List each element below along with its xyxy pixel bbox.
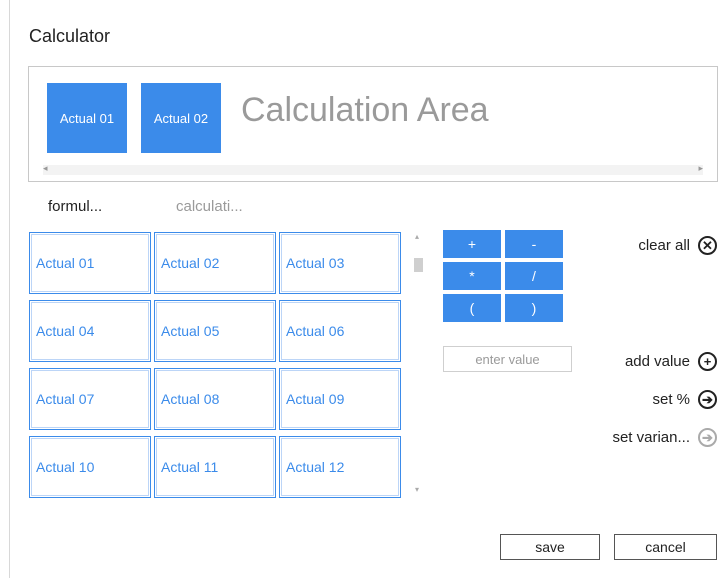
calculation-area[interactable]: Actual 01 Actual 02 Calculation Area ◂ ▸: [28, 66, 718, 182]
grid-item[interactable]: Actual 06: [279, 300, 401, 362]
calculation-area-placeholder: Calculation Area: [241, 91, 489, 129]
scroll-thumb[interactable]: [414, 258, 423, 272]
operator-open-paren-button[interactable]: (: [443, 294, 501, 322]
grid-item[interactable]: Actual 10: [29, 436, 151, 498]
clear-all-button[interactable]: clear all ✕: [638, 236, 717, 255]
grid-item[interactable]: Actual 05: [154, 300, 276, 362]
grid-item[interactable]: Actual 12: [279, 436, 401, 498]
grid-item[interactable]: Actual 08: [154, 368, 276, 430]
add-value-button[interactable]: add value +: [625, 352, 717, 371]
operator-plus-button[interactable]: +: [443, 230, 501, 258]
grid-item[interactable]: Actual 01: [29, 232, 151, 294]
enter-value-input[interactable]: [443, 346, 572, 372]
clear-all-label: clear all: [638, 237, 690, 254]
arrow-right-circle-icon[interactable]: ➔: [698, 390, 717, 409]
cancel-button[interactable]: cancel: [614, 534, 717, 560]
calculation-token[interactable]: Actual 01: [47, 83, 127, 153]
calculation-token[interactable]: Actual 02: [141, 83, 221, 153]
set-variance-label: set varian...: [612, 429, 690, 446]
tab-formula[interactable]: formul...: [48, 198, 102, 215]
tab-calculations[interactable]: calculati...: [176, 198, 243, 215]
grid-item[interactable]: Actual 07: [29, 368, 151, 430]
scroll-right-icon[interactable]: ▸: [698, 163, 703, 174]
operator-divide-button[interactable]: /: [505, 262, 563, 290]
horizontal-scrollbar[interactable]: ◂ ▸: [43, 163, 703, 175]
scroll-left-icon[interactable]: ◂: [43, 163, 48, 174]
grid-item[interactable]: Actual 03: [279, 232, 401, 294]
left-divider: [9, 0, 10, 578]
scroll-down-icon[interactable]: ▾: [415, 485, 419, 494]
grid-item[interactable]: Actual 11: [154, 436, 276, 498]
arrow-right-circle-icon[interactable]: ➔: [698, 428, 717, 447]
page-title: Calculator: [29, 26, 111, 46]
save-button[interactable]: save: [500, 534, 600, 560]
grid-item[interactable]: Actual 09: [279, 368, 401, 430]
operator-multiply-button[interactable]: *: [443, 262, 501, 290]
set-percent-label: set %: [652, 391, 690, 408]
grid-item[interactable]: Actual 02: [154, 232, 276, 294]
operator-close-paren-button[interactable]: ): [505, 294, 563, 322]
add-value-label: add value: [624, 353, 690, 370]
set-variance-button[interactable]: set varian... ➔: [612, 428, 717, 447]
plus-circle-icon[interactable]: +: [698, 352, 717, 371]
vertical-scrollbar[interactable]: ▴ ▾: [412, 232, 424, 494]
operator-minus-button[interactable]: -: [505, 230, 563, 258]
scroll-up-icon[interactable]: ▴: [415, 232, 419, 241]
grid-item[interactable]: Actual 04: [29, 300, 151, 362]
close-circle-icon[interactable]: ✕: [698, 236, 717, 255]
set-percent-button[interactable]: set % ➔: [652, 390, 717, 409]
